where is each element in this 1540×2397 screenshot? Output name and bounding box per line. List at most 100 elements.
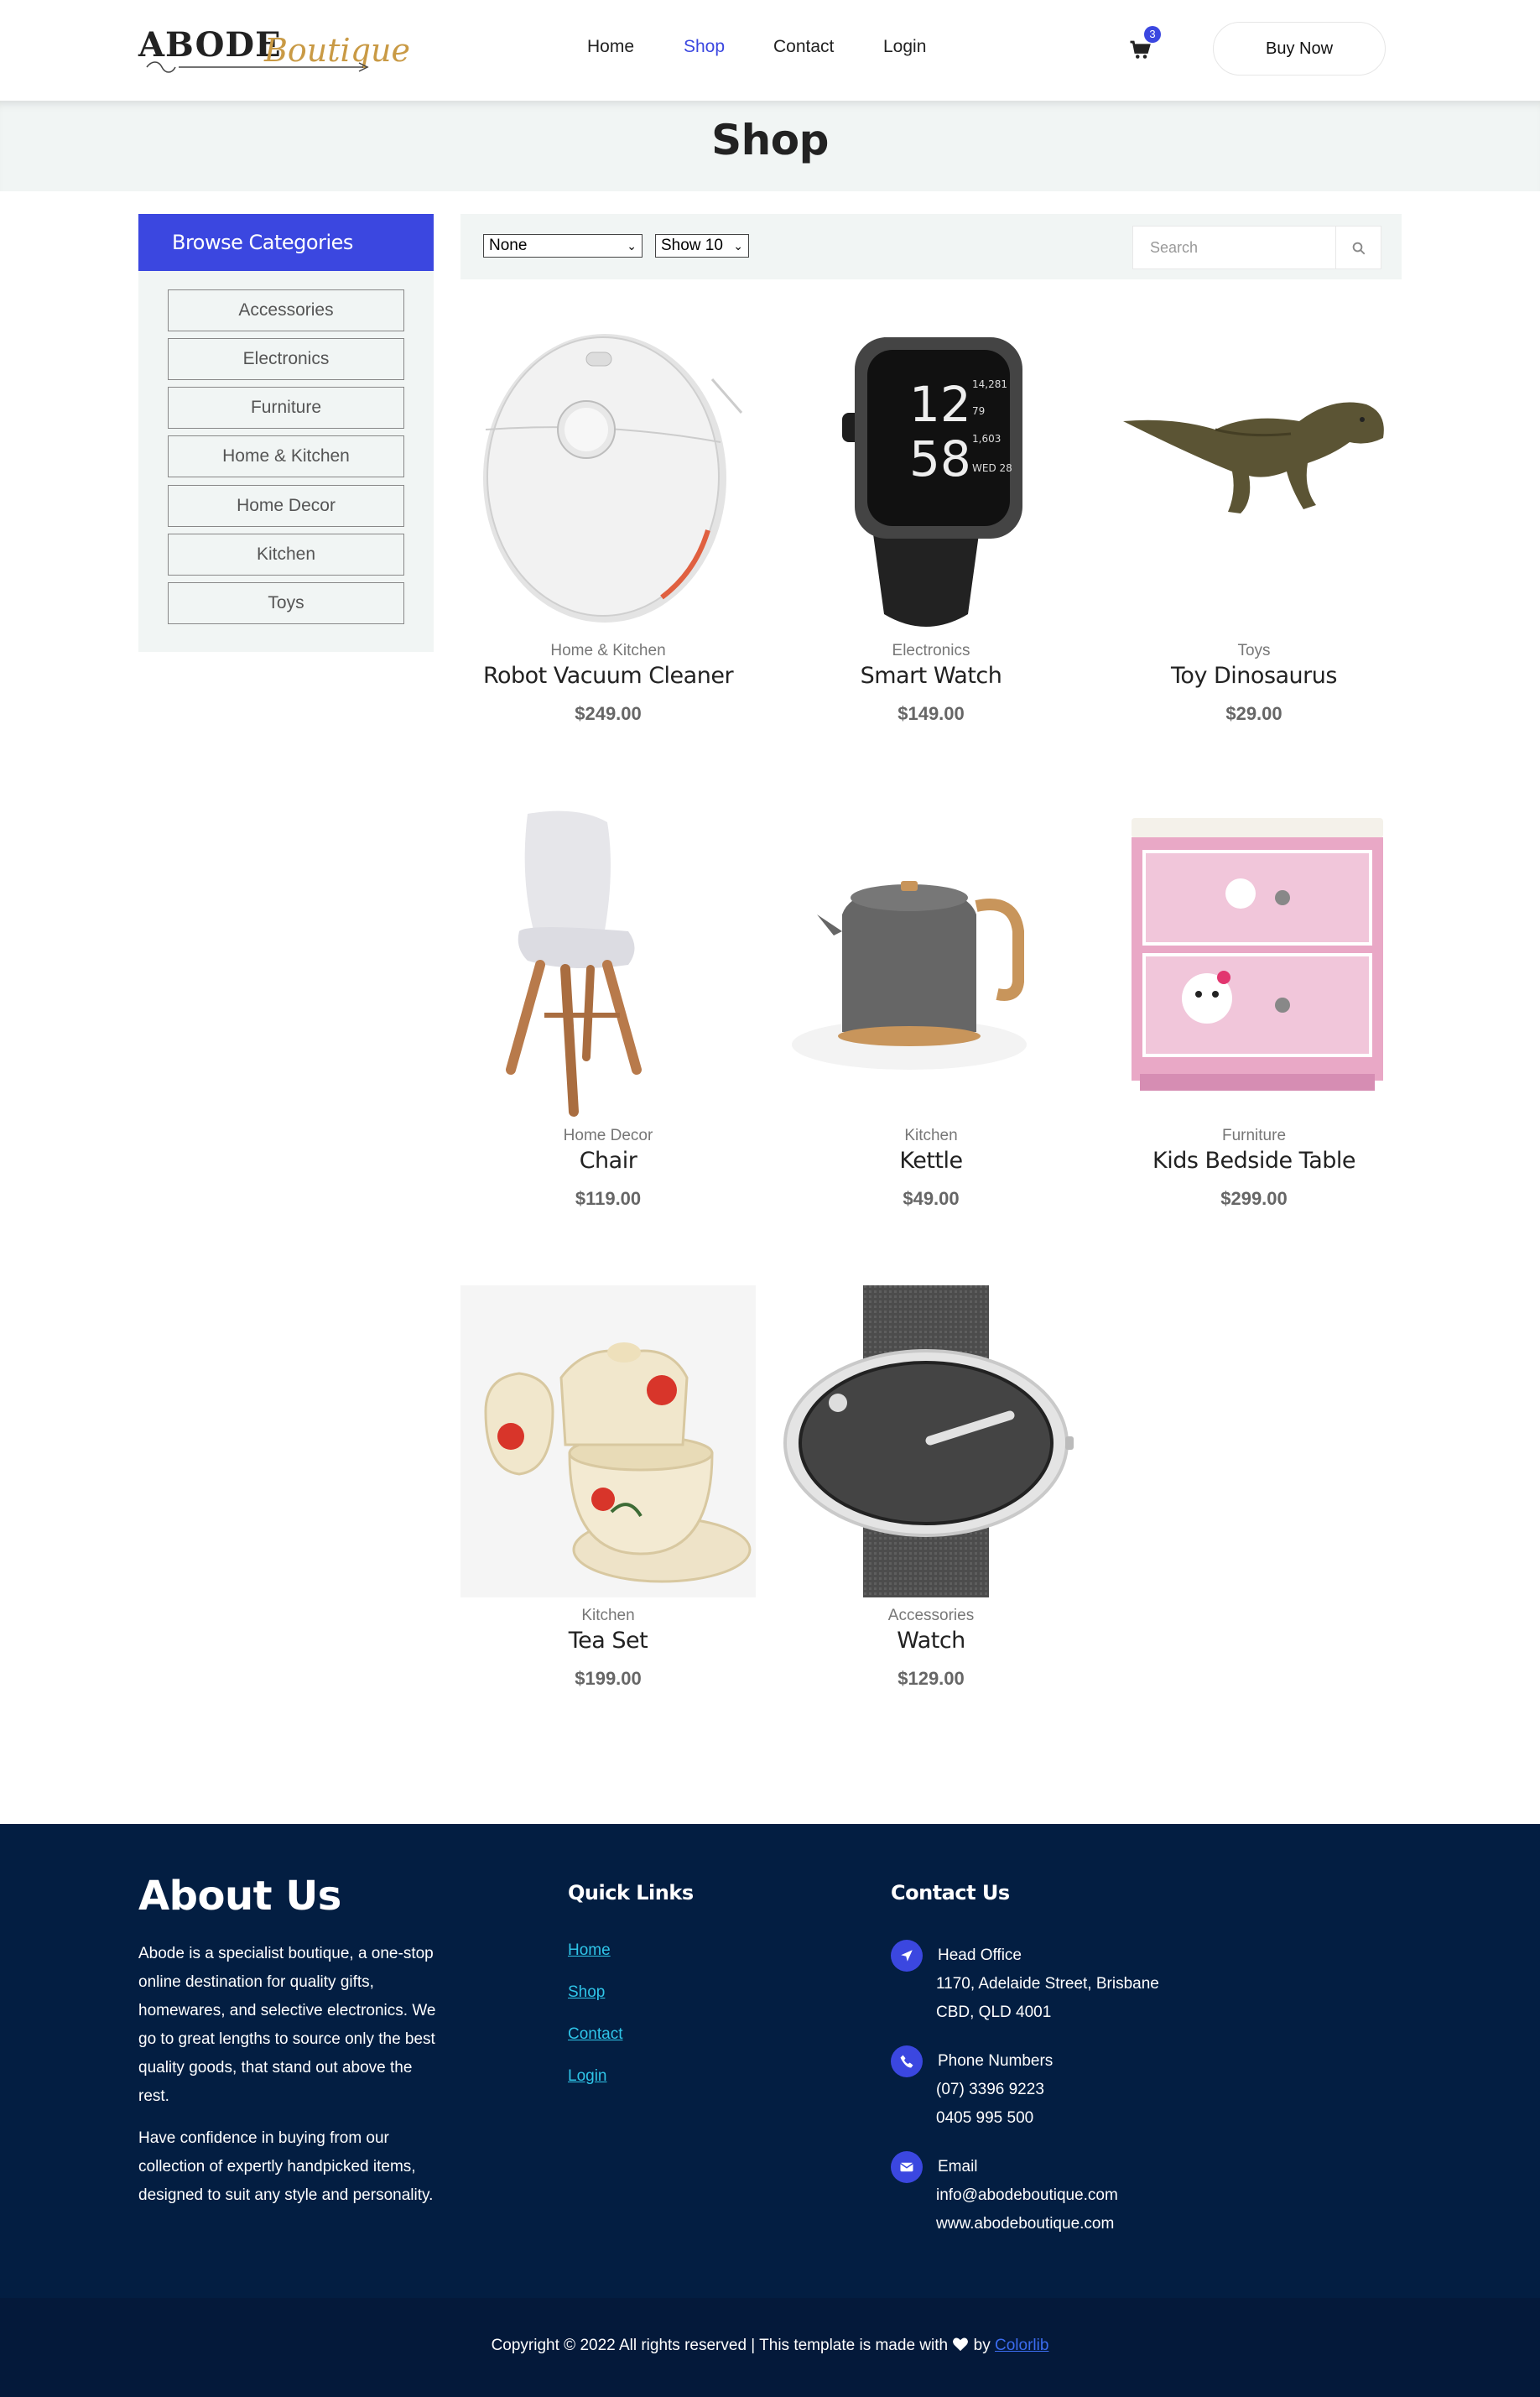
phone-number-2[interactable]: 0405 995 500 (936, 2104, 1033, 2133)
sidebar-heading: Browse Categories (138, 214, 434, 271)
footer-link-contact[interactable]: Contact (568, 2025, 622, 2044)
buy-now-button[interactable]: Buy Now (1213, 22, 1386, 76)
product-category: Home & Kitchen (550, 642, 666, 659)
nav-contact[interactable]: Contact (773, 37, 834, 57)
product-price: $249.00 (575, 703, 642, 724)
search-input[interactable]: Search (1132, 226, 1336, 269)
product-card[interactable]: Home & Kitchen Robot Vacuum Cleaner $249… (460, 320, 756, 774)
phone-number-1[interactable]: (07) 3396 9223 (936, 2076, 1044, 2104)
about-paragraph-2: Have confidence in buying from our colle… (138, 2129, 434, 2204)
about-paragraph-1: Abode is a specialist boutique, a one-st… (138, 1945, 436, 2105)
watch-hour-text: 12 (909, 376, 971, 433)
kettle-image (783, 805, 1079, 1118)
product-card[interactable]: 12 58 14,281 79 1,603 WED 28 Electronics… (783, 320, 1079, 774)
product-price: $119.00 (575, 1188, 642, 1209)
toy-dinosaur-image (1106, 320, 1402, 633)
search-icon (1352, 242, 1366, 255)
sort-select[interactable]: None ⌄ (483, 234, 643, 258)
footer-link-login[interactable]: Login (568, 2067, 607, 2086)
categories-sidebar: Browse Categories Accessories Electronic… (138, 214, 434, 652)
footer-link-home[interactable]: Home (568, 1941, 611, 1960)
about-title: About Us (138, 1873, 341, 1920)
product-category: Furniture (1221, 1127, 1287, 1144)
nav-home[interactable]: Home (587, 37, 634, 57)
address-line-1: 1170, Adelaide Street, Brisbane (936, 1975, 1159, 1993)
nav-shop[interactable]: Shop (684, 37, 725, 57)
product-name[interactable]: Toy Dinosaurus (1106, 663, 1402, 689)
watch-heart-text: 79 (972, 405, 985, 417)
watch-image (783, 1285, 1079, 1597)
product-card[interactable]: Kitchen Kettle $49.00 (783, 805, 1079, 1258)
category-home-decor[interactable]: Home Decor (168, 485, 404, 527)
watch-date-text: WED 28 (972, 462, 1012, 474)
product-name[interactable]: Robot Vacuum Cleaner (460, 663, 756, 689)
product-card[interactable]: Toys Toy Dinosaurus $29.00 (1106, 320, 1402, 774)
email-address[interactable]: info@abodeboutique.com (936, 2181, 1118, 2210)
watch-steps-text: 14,281 (972, 378, 1007, 390)
product-price: $29.00 (1225, 703, 1282, 724)
shop-toolbar: None ⌄ Show 10 ⌄ Search (460, 214, 1402, 279)
search-button[interactable] (1336, 226, 1381, 269)
category-accessories[interactable]: Accessories (168, 289, 404, 331)
product-card[interactable]: Furniture Kids Bedside Table $299.00 (1106, 805, 1402, 1258)
product-card[interactable]: Accessories Watch $129.00 (783, 1285, 1079, 1738)
site-header: ABODE Boutique Home Shop Contact Login 3… (0, 0, 1540, 101)
product-category: Electronics (892, 642, 970, 659)
email-icon (891, 2151, 923, 2183)
sort-select-value: None (489, 237, 528, 254)
product-category: Accessories (887, 1607, 975, 1624)
robot-vacuum-image (460, 320, 756, 633)
colorlib-link[interactable]: Colorlib (995, 2337, 1048, 2354)
product-category: Kitchen (904, 1127, 958, 1144)
product-price: $149.00 (897, 703, 965, 724)
product-price: $199.00 (575, 1668, 642, 1689)
category-furniture[interactable]: Furniture (168, 387, 404, 429)
cart-count-badge: 3 (1144, 26, 1161, 43)
website-address[interactable]: www.abodeboutique.com (936, 2210, 1114, 2238)
contact-us-title: Contact Us (891, 1881, 1010, 1905)
page-title: Shop (711, 116, 829, 164)
product-price: $129.00 (897, 1668, 965, 1689)
product-name[interactable]: Watch (783, 1628, 1079, 1654)
copyright-bar: Copyright © 2022 All rights reserved | T… (0, 2298, 1540, 2397)
quick-links-title: Quick Links (568, 1881, 694, 1905)
smart-watch-image: 12 58 14,281 79 1,603 WED 28 (783, 320, 1079, 633)
copyright-by: by (973, 2337, 991, 2354)
tea-set-image (460, 1285, 756, 1597)
product-category: Toys (1237, 642, 1271, 659)
product-name[interactable]: Kettle (783, 1148, 1079, 1174)
product-name[interactable]: Kids Bedside Table (1106, 1148, 1402, 1174)
category-electronics[interactable]: Electronics (168, 338, 404, 380)
product-card[interactable]: Kitchen Tea Set $199.00 (460, 1285, 756, 1738)
watch-calories-text: 1,603 (972, 433, 1001, 445)
location-icon (891, 1940, 923, 1972)
product-name[interactable]: Tea Set (460, 1628, 756, 1654)
product-name[interactable]: Chair (460, 1148, 756, 1174)
phone-icon (891, 2045, 923, 2077)
page-title-band: Shop (0, 101, 1540, 191)
watch-minute-text: 58 (909, 430, 971, 487)
bedside-table-image (1106, 805, 1402, 1118)
chevron-down-icon: ⌄ (733, 239, 743, 253)
address-line-2: CBD, QLD 4001 (936, 2004, 1052, 2021)
footer-link-shop[interactable]: Shop (568, 1983, 605, 2002)
phone-numbers-label: Phone Numbers (938, 2052, 1054, 2070)
category-home-kitchen[interactable]: Home & Kitchen (168, 435, 404, 477)
category-toys[interactable]: Toys (168, 582, 404, 624)
email-label: Email (938, 2158, 978, 2176)
product-price: $49.00 (903, 1188, 960, 1209)
product-name[interactable]: Smart Watch (783, 663, 1079, 689)
product-card[interactable]: Home Decor Chair $119.00 (460, 805, 756, 1258)
show-count-select[interactable]: Show 10 ⌄ (655, 234, 749, 258)
chevron-down-icon: ⌄ (627, 239, 637, 253)
chair-image (460, 805, 756, 1118)
category-kitchen[interactable]: Kitchen (168, 534, 404, 576)
heart-icon (953, 2337, 969, 2352)
copyright-main: Copyright © 2022 All rights reserved | T… (491, 2337, 949, 2354)
copyright-text: Copyright © 2022 All rights reserved | T… (0, 2337, 1540, 2355)
product-category: Kitchen (581, 1607, 635, 1624)
nav-login[interactable]: Login (883, 37, 926, 57)
product-category: Home Decor (563, 1127, 653, 1144)
product-price: $299.00 (1220, 1188, 1288, 1209)
head-office-label: Head Office (938, 1946, 1022, 1964)
